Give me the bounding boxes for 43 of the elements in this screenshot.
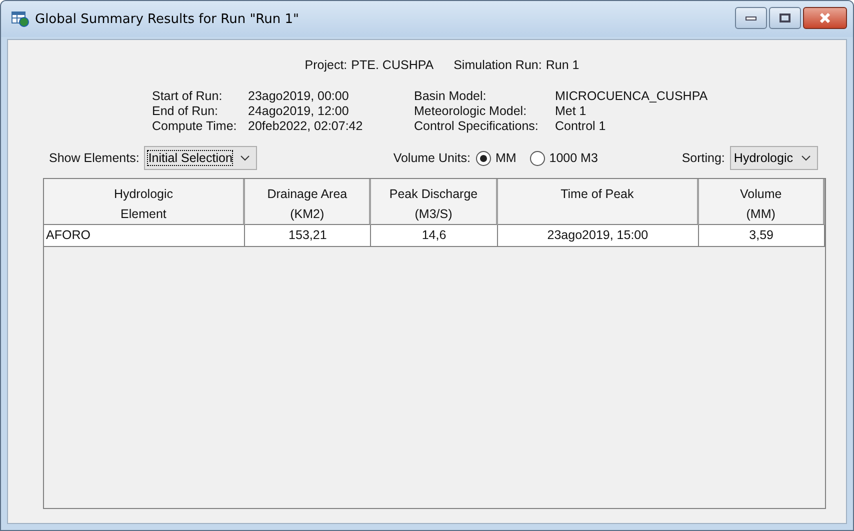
- info-value: Met 1: [555, 104, 588, 118]
- table-cell: 14,6: [371, 225, 498, 246]
- column-header[interactable]: Peak Discharge (M3/S): [371, 179, 498, 225]
- info-value: Run 1: [546, 58, 580, 72]
- units-radio[interactable]: MM: [476, 150, 516, 166]
- table-cell: AFORO: [44, 225, 245, 246]
- chevron-down-icon: [240, 155, 250, 161]
- units-radio[interactable]: 1000 M3: [530, 150, 598, 166]
- window-title: Global Summary Results for Run "Run 1": [35, 12, 299, 26]
- info-value: 20feb2022, 02:07:42: [248, 119, 364, 133]
- info-value: 24ago2019, 12:00: [248, 104, 350, 118]
- info-value: PTE. CUSHPA: [351, 58, 434, 72]
- close-button[interactable]: [803, 7, 847, 29]
- field-label: Sorting:: [682, 151, 725, 165]
- info-label: Control Specifications:: [414, 119, 540, 133]
- info-value: Control 1: [555, 119, 607, 133]
- chevron-down-icon: [800, 155, 811, 161]
- close-icon: [818, 13, 832, 23]
- elements-dropdown[interactable]: Initial Selection: [144, 146, 258, 170]
- info-label: End of Run:: [152, 104, 220, 118]
- column-header[interactable]: Volume (MM): [698, 179, 826, 225]
- minimize-icon: [745, 15, 757, 21]
- info-label: Project:: [304, 58, 348, 72]
- table-cell: 3,59: [698, 225, 826, 246]
- info-label: Simulation Run:: [454, 58, 542, 72]
- table-globe-icon: [11, 11, 29, 27]
- column-header[interactable]: Drainage Area (KM2): [244, 179, 372, 225]
- info-value: 23ago2019, 00:00: [248, 89, 350, 103]
- maximize-icon: [779, 13, 791, 23]
- field-label: Volume Units:: [393, 151, 470, 165]
- column-header[interactable]: Hydrologic Element: [44, 179, 245, 225]
- info-label: Basin Model:: [414, 89, 488, 103]
- sorting-dropdown[interactable]: Hydrologic: [730, 146, 818, 170]
- table-cell: 23ago2019, 15:00: [498, 225, 699, 246]
- maximize-button[interactable]: [769, 7, 801, 29]
- info-value: MICROCUENCA_CUSHPA: [555, 89, 709, 103]
- column-header[interactable]: Time of Peak: [498, 179, 699, 225]
- table-cell: 153,21: [244, 225, 372, 246]
- info-label: Meteorologic Model:: [414, 104, 528, 118]
- field-label: Show Elements:: [49, 151, 140, 165]
- info-label: Compute Time:: [152, 119, 238, 133]
- info-label: Start of Run:: [152, 89, 224, 103]
- minimize-button[interactable]: [735, 7, 767, 29]
